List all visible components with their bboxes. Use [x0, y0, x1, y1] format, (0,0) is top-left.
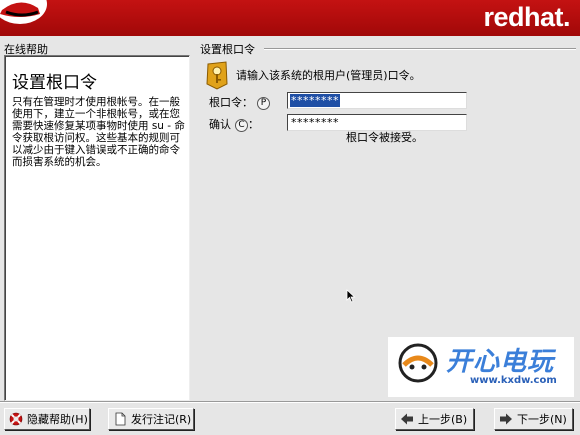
help-pane: 设置根口令 只有在管理时才使用根帐号。在一般使用下，建立一个非根帐号，或在您需要… [4, 55, 190, 401]
release-notes-label: 发行注记(R) [131, 413, 192, 426]
release-notes-button[interactable]: 发行注记(R) [108, 408, 194, 430]
watermark-url: www.kxdw.com [470, 375, 557, 386]
hide-help-label: 隐藏帮助(H) [27, 413, 88, 426]
password-prompt: 请输入该系统的根用户(管理员)口令。 [236, 69, 421, 82]
root-password-input[interactable]: ******** [287, 92, 467, 109]
key-badge-icon [205, 60, 229, 90]
root-password-label: 根口令： P [209, 94, 270, 110]
watermark-text: 开心电玩 [446, 347, 555, 377]
document-icon [113, 412, 127, 426]
header-bar: redhat. [0, 0, 580, 36]
help-heading: 设置根口令 [12, 73, 97, 93]
next-button[interactable]: 下一步(N) [494, 408, 573, 430]
confirm-password-label: 确认 C： [209, 116, 259, 132]
arrow-right-icon [499, 412, 513, 426]
next-label: 下一步(N) [517, 413, 567, 426]
root-password-mnemonic: P [257, 96, 270, 110]
watermark: 开心电玩 www.kxdw.com [388, 337, 574, 397]
hide-help-button[interactable]: 隐藏帮助(H) [4, 408, 90, 430]
confirm-password-value: ******** [291, 116, 339, 129]
section-divider [264, 48, 576, 50]
arrow-left-icon [400, 412, 414, 426]
root-password-value: ******** [290, 94, 340, 107]
mouse-pointer-icon [346, 289, 356, 303]
status-message: 根口令被接受。 [346, 131, 423, 144]
lifebuoy-icon [9, 412, 23, 426]
bottom-divider [0, 401, 580, 403]
section-title: 设置根口令 [200, 43, 255, 56]
confirm-password-label-text: 确认 [209, 118, 231, 131]
confirm-password-colon: ： [248, 118, 259, 131]
back-label: 上一步(B) [418, 413, 468, 426]
back-button[interactable]: 上一步(B) [395, 408, 474, 430]
redhat-logo-icon [0, 0, 52, 36]
root-password-label-text: 根口令： [209, 96, 253, 109]
confirm-password-mnemonic: C [235, 118, 248, 132]
brand-logo: redhat. [483, 2, 570, 32]
help-body-text: 只有在管理时才使用根帐号。在一般使用下，建立一个非根帐号，或在您需要快速修复某项… [12, 96, 185, 168]
watermark-mascot-icon [398, 343, 438, 383]
